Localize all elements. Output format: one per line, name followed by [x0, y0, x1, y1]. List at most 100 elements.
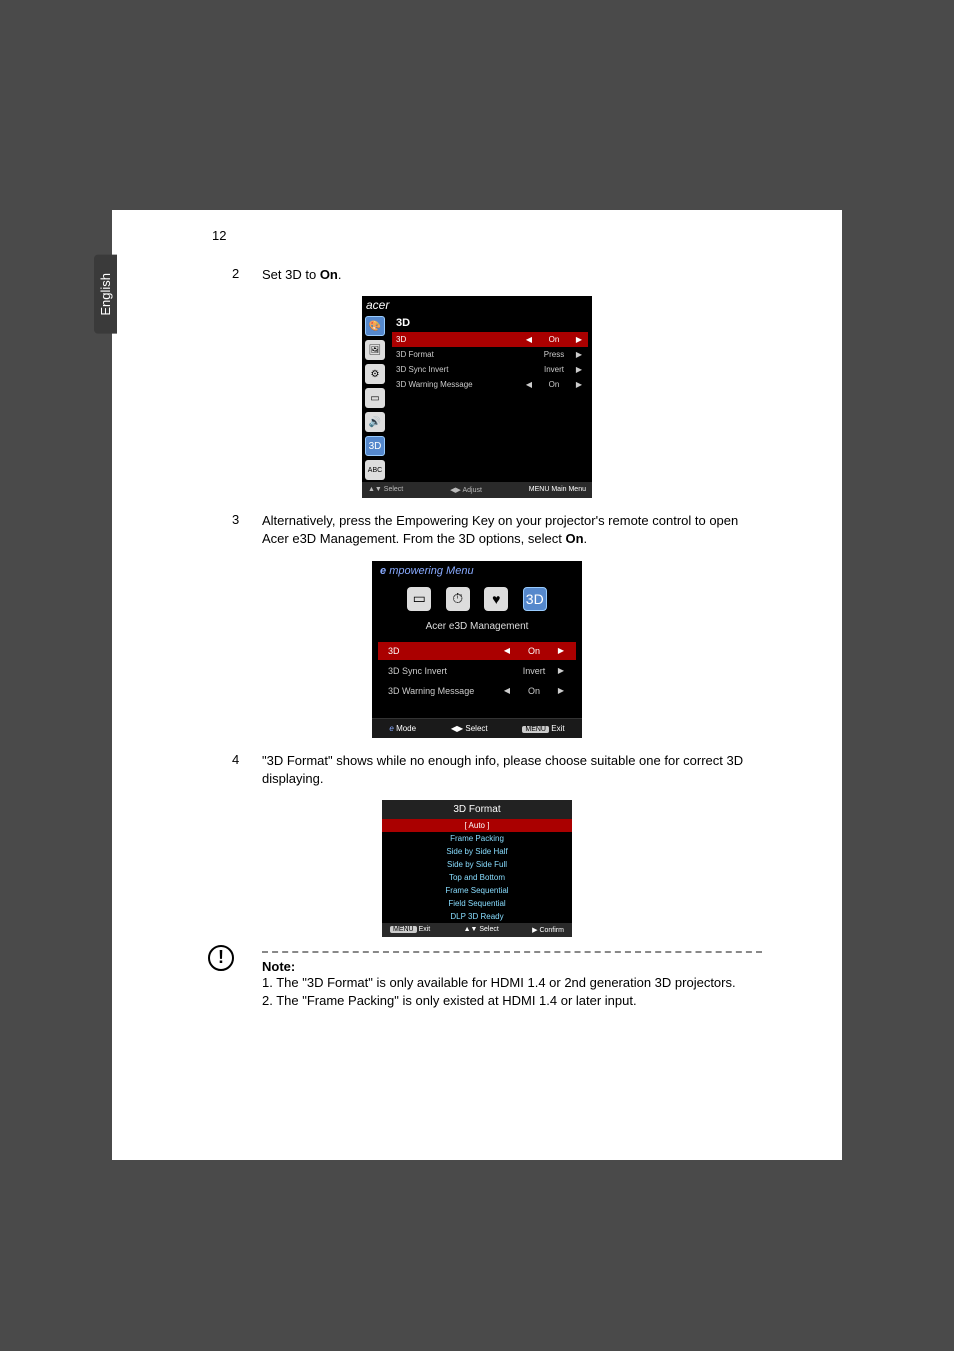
empowering-icons: ▭ ⏱ ♥ 3D: [372, 581, 582, 617]
label: 3D Warning Message: [388, 686, 502, 696]
osd-row-sync[interactable]: 3D Sync Invert Invert ▶: [392, 362, 588, 377]
osd-row-3d[interactable]: 3D ◀ On ▶: [392, 332, 588, 347]
brand-logo: acer: [362, 296, 592, 314]
right-arrow-icon: ▶: [556, 666, 566, 675]
label: 3D: [396, 335, 524, 344]
foot-select: ◀▶ Select: [451, 724, 488, 733]
value: Press: [534, 349, 574, 360]
empowering-menu: e mpowering Menu ▭ ⏱ ♥ 3D Acer e3D Manag…: [372, 561, 582, 738]
osd-3d-menu: acer 🎨 🖼 ⚙ ▭ 🔊 3D ABC 3D 3D ◀ On ▶: [362, 296, 592, 498]
osd-sidebar: 🎨 🖼 ⚙ ▭ 🔊 3D ABC: [362, 314, 388, 482]
empowering-footer: e Mode ◀▶ Select MENU Exit: [372, 718, 582, 738]
note-line-2: 2. The "Frame Packing" is only existed a…: [262, 992, 762, 1010]
fmt-item[interactable]: Frame Sequential: [382, 884, 572, 897]
language-icon: ABC: [365, 460, 385, 480]
value: Invert: [534, 364, 574, 375]
fmt-item[interactable]: DLP 3D Ready: [382, 910, 572, 923]
eco-icon[interactable]: ♥: [484, 587, 508, 611]
text-bold: On: [565, 531, 583, 546]
right-arrow-icon: ▶: [556, 686, 566, 695]
right-arrow-icon: ▶: [574, 335, 584, 344]
fmt-item[interactable]: Field Sequential: [382, 897, 572, 910]
value: On: [512, 686, 556, 696]
page-number: 12: [212, 228, 226, 243]
left-arrow-icon: ◀: [524, 380, 534, 389]
left-arrow-icon: ◀: [524, 335, 534, 344]
note-title: Note:: [262, 959, 762, 974]
format-title: 3D Format: [382, 800, 572, 819]
step-3: 3 Alternatively, press the Empowering Ke…: [232, 512, 762, 548]
menu-badge: MENU: [522, 726, 549, 733]
fmt-item[interactable]: Side by Side Full: [382, 858, 572, 871]
text: Set 3D to: [262, 267, 320, 282]
step-2: 2 Set 3D to On.: [232, 266, 762, 284]
label: 3D Sync Invert: [396, 365, 524, 374]
gear-icon: ⚙: [365, 364, 385, 384]
e-logo: e: [380, 565, 386, 577]
empowering-title: e mpowering Menu: [372, 561, 582, 581]
page: 12 English 2 Set 3D to On. acer 🎨 🖼 ⚙ ▭ …: [112, 210, 842, 1160]
right-arrow-icon: ▶: [574, 380, 584, 389]
format-menu: 3D Format [ Auto ] Frame Packing Side by…: [382, 800, 572, 937]
emp-row-3d[interactable]: 3D ◀ On ▶: [378, 642, 576, 660]
step-4: 4 "3D Format" shows while no enough info…: [232, 752, 762, 788]
left-arrow-icon: ◀: [502, 686, 512, 695]
step-text: Set 3D to On.: [262, 266, 342, 284]
empowering-subtitle: Acer e3D Management: [372, 617, 582, 640]
step-number: 4: [232, 752, 262, 767]
3d-icon: 3D: [365, 436, 385, 456]
label: 3D Warning Message: [396, 380, 524, 389]
text: Exit: [419, 926, 431, 933]
format-footer: MENU Exit ▲▼ Select ▶ Confirm: [382, 923, 572, 937]
timer-icon[interactable]: ⏱: [446, 587, 470, 611]
text: Alternatively, press the Empowering Key …: [262, 513, 738, 546]
osd-row-format[interactable]: 3D Format Press ▶: [392, 347, 588, 362]
value: On: [512, 646, 556, 656]
right-arrow-icon: ▶: [556, 646, 566, 655]
foot-adjust: ◀▶ Adjust: [450, 486, 482, 494]
step-number: 3: [232, 512, 262, 527]
note-icon: !: [208, 945, 234, 971]
color-icon: 🎨: [365, 316, 385, 336]
fmt-item[interactable]: Side by Side Half: [382, 845, 572, 858]
emp-row-sync[interactable]: 3D Sync Invert Invert ▶: [378, 662, 576, 680]
management-icon: ▭: [365, 388, 385, 408]
text: Exit: [551, 724, 564, 733]
fmt-item-auto[interactable]: [ Auto ]: [382, 819, 572, 832]
left-arrow-icon: ◀: [502, 646, 512, 655]
text: .: [338, 267, 342, 282]
screen-icon[interactable]: ▭: [407, 587, 431, 611]
language-tab: English: [94, 255, 117, 334]
foot-select: ▲▼ Select: [464, 926, 499, 934]
fmt-item[interactable]: Top and Bottom: [382, 871, 572, 884]
step-text: "3D Format" shows while no enough info, …: [262, 752, 762, 788]
foot-exit: MENU Exit: [522, 724, 564, 733]
value: On: [534, 379, 574, 390]
audio-icon: 🔊: [365, 412, 385, 432]
text: Mode: [396, 724, 416, 733]
emp-row-warning[interactable]: 3D Warning Message ◀ On ▶: [378, 682, 576, 700]
osd-title: 3D: [392, 314, 588, 332]
value: On: [534, 334, 574, 345]
label: 3D: [388, 646, 502, 656]
3d-icon[interactable]: 3D: [523, 587, 547, 611]
osd-row-warning[interactable]: 3D Warning Message ◀ On ▶: [392, 377, 588, 392]
note-line-1: 1. The "3D Format" is only available for…: [262, 974, 762, 992]
fmt-item[interactable]: Frame Packing: [382, 832, 572, 845]
right-arrow-icon: ▶: [574, 365, 584, 374]
dashed-separator: [262, 951, 762, 953]
osd-footer: ▲▼ Select ◀▶ Adjust MENU Main Menu: [362, 482, 592, 498]
label: 3D Sync Invert: [388, 666, 502, 676]
text: mpowering Menu: [389, 565, 473, 577]
foot-mainmenu: MENU Main Menu: [529, 486, 586, 494]
right-arrow-icon: ▶: [574, 350, 584, 359]
text-bold: On: [320, 267, 338, 282]
label: 3D Format: [396, 350, 524, 359]
e-icon: e: [389, 724, 393, 733]
foot-select: ▲▼ Select: [368, 486, 403, 494]
step-number: 2: [232, 266, 262, 281]
value: Invert: [512, 666, 556, 676]
note-block: ! Note: 1. The "3D Format" is only avail…: [262, 951, 762, 1010]
foot-mode: e Mode: [389, 724, 416, 733]
menu-badge: MENU: [390, 926, 417, 933]
